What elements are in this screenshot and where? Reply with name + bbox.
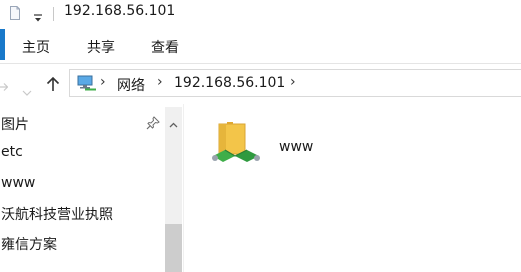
breadcrumb-host[interactable]: 192.168.56.101 (174, 75, 285, 91)
nav-scrollbar-thumb[interactable] (165, 224, 182, 272)
quick-access-doc-icon[interactable] (10, 5, 20, 20)
window-title: 192.168.56.101 (64, 3, 176, 19)
tab-view[interactable]: 查看 (151, 37, 179, 57)
pane-divider[interactable] (183, 104, 184, 272)
title-separator (53, 7, 54, 21)
breadcrumb-chevron-icon[interactable]: › (290, 74, 296, 90)
scroll-up-icon[interactable] (169, 113, 178, 128)
pin-icon[interactable] (146, 115, 160, 130)
nav-item-etc[interactable]: etc (1, 144, 23, 160)
breadcrumb-network[interactable]: 网络 (117, 75, 145, 95)
nav-item-www[interactable]: www (1, 175, 35, 191)
network-computer-icon (77, 75, 97, 91)
tab-home[interactable]: 主页 (22, 37, 50, 57)
tab-share[interactable]: 共享 (87, 37, 115, 57)
content-item-www[interactable]: www (279, 139, 313, 155)
recent-locations-icon[interactable] (22, 81, 32, 96)
breadcrumb-chevron-icon[interactable]: › (100, 74, 106, 90)
ribbon-bar (0, 27, 521, 64)
quick-access-dropdown-icon[interactable] (33, 9, 43, 22)
forward-arrow-icon[interactable] (0, 78, 9, 91)
nav-item-proposal[interactable]: 雍信方案 (1, 234, 57, 254)
nav-item-pictures[interactable]: 图片 (1, 114, 29, 134)
nav-item-license[interactable]: 沃航科技营业执照 (1, 204, 113, 224)
up-arrow-icon[interactable] (46, 76, 60, 92)
shared-folder-icon[interactable] (211, 120, 261, 170)
breadcrumb-chevron-icon[interactable]: › (157, 74, 163, 90)
tab-file[interactable] (0, 29, 5, 60)
